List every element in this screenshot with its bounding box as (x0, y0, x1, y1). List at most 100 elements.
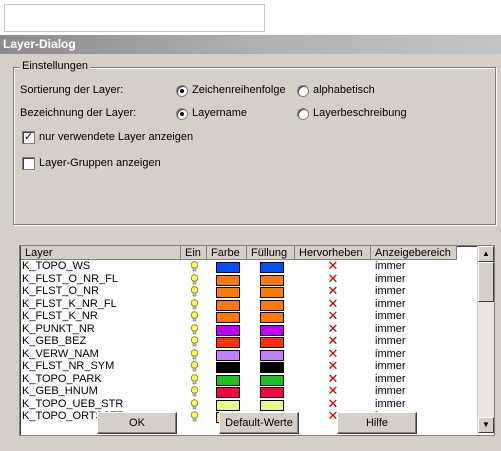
bulb-icon[interactable] (190, 323, 199, 335)
table-row[interactable]: K_FLST_NR_SYM ✕ immer (20, 359, 476, 373)
display-range: immer (375, 372, 406, 385)
scroll-down-button[interactable]: ▼ (478, 417, 494, 433)
table-row[interactable]: K_GEB_BEZ ✕ immer (20, 334, 476, 348)
table-row[interactable]: K_FLST_K_NR ✕ immer (20, 309, 476, 323)
layer-name: K_FLST_K_NR_FL (22, 297, 117, 310)
sort-radio-alphabetical[interactable] (297, 85, 309, 97)
settings-group: Einstellungen Sortierung der Layer: Zeic… (13, 60, 496, 225)
fill-swatch[interactable] (260, 274, 284, 286)
color-swatch[interactable] (216, 262, 240, 273)
top-text-field[interactable] (4, 4, 265, 32)
bulb-icon[interactable] (190, 373, 199, 385)
layer-name: K_FLST_NR_SYM (22, 360, 115, 372)
color-swatch[interactable] (216, 324, 240, 336)
ok-button[interactable]: OK (97, 412, 177, 434)
help-button[interactable]: Hilfe (337, 412, 417, 434)
scroll-up-button[interactable]: ▲ (478, 246, 494, 262)
naming-label: Bezeichnung der Layer: (20, 107, 137, 119)
color-swatch[interactable] (216, 362, 240, 373)
bulb-icon[interactable] (190, 273, 199, 285)
sort-option-drawing-order[interactable]: Zeichenreihenfolge (192, 82, 286, 98)
fill-swatch[interactable] (260, 387, 284, 398)
table-row[interactable]: K_TOPO_PARK ✕ immer (20, 372, 476, 386)
color-swatch[interactable] (216, 399, 240, 411)
display-range: immer (375, 385, 406, 397)
col-header-layer[interactable]: Layer (21, 246, 181, 260)
table-row[interactable]: K_GEB_HNUM ✕ immer (20, 384, 476, 398)
color-swatch[interactable] (216, 312, 240, 323)
dialog-title: Layer-Dialog (0, 35, 501, 54)
default-values-button[interactable]: Default-Werte (219, 412, 299, 434)
scroll-thumb[interactable] (478, 262, 494, 302)
sort-option-alphabetical[interactable]: alphabetisch (313, 82, 375, 98)
sort-radio-drawing-order[interactable] (176, 85, 188, 97)
bulb-icon[interactable] (190, 336, 199, 347)
layer-name: K_PUNKT_NR (22, 322, 95, 335)
bulb-icon[interactable] (190, 398, 199, 410)
groups-label[interactable]: Layer-Gruppen anzeigen (39, 155, 161, 171)
display-range: immer (375, 397, 406, 410)
color-swatch[interactable] (216, 349, 240, 361)
fill-swatch[interactable] (260, 299, 284, 311)
naming-radio-layername[interactable] (176, 108, 188, 120)
col-header-range[interactable]: Anzeigebereich (371, 246, 457, 260)
fill-swatch[interactable] (260, 337, 284, 348)
color-swatch[interactable] (216, 287, 240, 298)
col-header-fill[interactable]: Füllung (247, 246, 295, 260)
display-range: immer (375, 297, 406, 310)
col-header-on[interactable]: Ein (181, 246, 207, 260)
table-row[interactable]: K_TOPO_WS ✕ immer (20, 259, 476, 273)
list-scrollbar[interactable]: ▲ ▼ (477, 246, 494, 433)
table-row[interactable]: K_FLST_O_NR_FL ✕ immer (20, 272, 476, 286)
fill-swatch[interactable] (260, 324, 284, 336)
fill-swatch[interactable] (260, 312, 284, 323)
color-swatch[interactable] (216, 387, 240, 398)
layer-name: K_GEB_BEZ (22, 335, 87, 347)
table-row[interactable]: K_PUNKT_NR ✕ immer (20, 322, 476, 336)
table-row[interactable]: K_TOPO_UEB_STR ✕ immer (20, 397, 476, 411)
bulb-icon[interactable] (190, 286, 199, 297)
display-range: immer (375, 335, 406, 347)
naming-radio-description[interactable] (297, 108, 309, 120)
display-range: immer (375, 322, 406, 335)
layer-dialog: Layer-Dialog Einstellungen Sortierung de… (0, 35, 501, 451)
only-used-label[interactable]: nur verwendete Layer anzeigen (39, 129, 193, 145)
groups-checkbox[interactable] (22, 157, 35, 170)
table-row[interactable]: K_FLST_K_NR_FL ✕ immer (20, 297, 476, 311)
layer-name: K_TOPO_UEB_STR (22, 397, 124, 410)
bulb-icon[interactable] (190, 386, 199, 397)
display-range: immer (375, 285, 406, 297)
bulb-icon[interactable] (190, 261, 199, 272)
bulb-icon[interactable] (190, 361, 199, 372)
color-swatch[interactable] (216, 299, 240, 311)
color-swatch[interactable] (216, 274, 240, 286)
display-range: immer (375, 310, 406, 322)
fill-swatch[interactable] (260, 262, 284, 273)
bulb-icon[interactable] (190, 298, 199, 310)
fill-swatch[interactable] (260, 374, 284, 386)
table-row[interactable]: K_FLST_O_NR ✕ immer (20, 284, 476, 298)
layer-name: K_TOPO_PARK (22, 372, 102, 385)
table-row[interactable]: K_VERW_NAM ✕ immer (20, 347, 476, 361)
layer-name: K_VERW_NAM (22, 347, 99, 360)
naming-option-description[interactable]: Layerbeschreibung (313, 105, 407, 121)
col-header-color[interactable]: Farbe (207, 246, 247, 260)
display-range: immer (375, 347, 406, 360)
bulb-icon[interactable] (190, 411, 199, 422)
display-range: immer (375, 272, 406, 285)
fill-swatch[interactable] (260, 287, 284, 298)
layer-name: K_FLST_K_NR (22, 310, 98, 322)
sort-label: Sortierung der Layer: (20, 84, 124, 96)
fill-swatch[interactable] (260, 349, 284, 361)
color-swatch[interactable] (216, 374, 240, 386)
color-swatch[interactable] (216, 337, 240, 348)
bulb-icon[interactable] (190, 311, 199, 322)
layer-name: K_FLST_O_NR (22, 285, 100, 297)
only-used-checkbox[interactable]: ✓ (22, 131, 35, 144)
layer-list[interactable]: Layer Ein Farbe Füllung Hervorheben Anze… (19, 245, 495, 436)
bulb-icon[interactable] (190, 348, 199, 360)
layer-name: K_FLST_O_NR_FL (22, 272, 118, 285)
fill-swatch[interactable] (260, 399, 284, 411)
fill-swatch[interactable] (260, 362, 284, 373)
naming-option-layername[interactable]: Layername (192, 105, 247, 121)
